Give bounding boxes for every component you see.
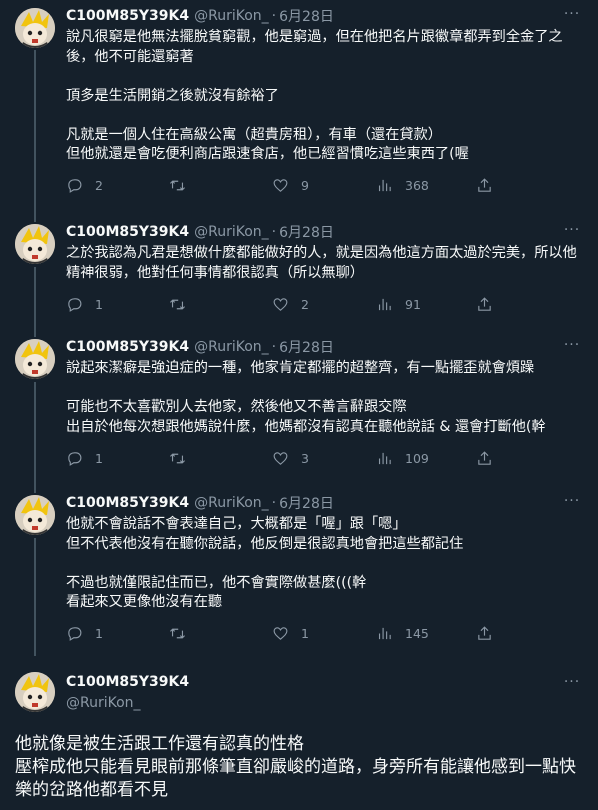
display-name[interactable]: C100M85Y39K4 [66, 495, 189, 511]
views-button[interactable]: 91 [376, 296, 476, 313]
like-count: 1 [301, 626, 309, 641]
views-button[interactable]: 145 [376, 625, 476, 642]
reply-icon [68, 297, 82, 312]
heart-icon [273, 297, 288, 311]
retweet-icon [170, 452, 185, 464]
more-icon[interactable]: ··· [562, 7, 582, 24]
like-count: 2 [301, 296, 309, 312]
share-icon [478, 296, 491, 311]
retweet-button[interactable] [169, 177, 272, 194]
avatar[interactable] [15, 224, 55, 264]
more-icon[interactable]: ··· [562, 223, 582, 240]
reply-count: 1 [95, 296, 103, 312]
reply-icon [68, 627, 82, 641]
avatar[interactable] [15, 8, 55, 48]
views-count: 145 [405, 626, 429, 641]
user-handle[interactable]: @RuriKon_ [194, 224, 269, 240]
reply-button[interactable]: 1 [66, 450, 169, 467]
tweet-text: 說凡很窮是他無法擺脫貧窮觀，他是窮過，但在他把名片跟徽章都弄到全金了之後，他不可… [66, 29, 563, 162]
tweet[interactable]: C100M85Y39K4 @RuriKon_ · 6月28日 ··· 他就不會說… [0, 493, 598, 644]
reply-count: 1 [95, 626, 103, 641]
views-button[interactable]: 368 [376, 177, 476, 194]
tweet-date[interactable]: 6月28日 [279, 222, 334, 242]
tweet-header: C100M85Y39K4 @RuriKon_ · 6月28日 [66, 337, 583, 357]
tweet-text: 他就不會說話不會表達自己，大概都是「喔」跟「嗯」 但不代表他沒有在聽你說話，他反… [66, 516, 464, 610]
views-count: 91 [405, 296, 421, 312]
retweet-icon [170, 298, 185, 310]
views-button[interactable]: 109 [376, 450, 476, 467]
retweet-button[interactable] [169, 296, 272, 313]
views-icon [378, 298, 391, 310]
heart-icon [273, 451, 288, 465]
retweet-button[interactable] [169, 450, 272, 467]
views-icon [378, 627, 391, 640]
user-handle[interactable]: @RuriKon_ [194, 495, 269, 511]
reply-count: 1 [95, 450, 103, 466]
display-name[interactable]: C100M85Y39K4 [66, 224, 189, 240]
display-name[interactable]: C100M85Y39K4 [66, 8, 189, 24]
tweet[interactable]: C100M85Y39K4 @RuriKon_ · 6月28日 ··· 說起來潔癖… [0, 337, 598, 468]
like-button[interactable]: 9 [272, 177, 376, 194]
views-count: 368 [405, 178, 429, 193]
share-icon [478, 178, 491, 192]
separator-dot: · [271, 339, 277, 355]
reply-button[interactable]: 1 [66, 296, 169, 313]
like-count: 9 [301, 178, 309, 193]
like-button[interactable]: 1 [272, 625, 376, 642]
views-icon [378, 179, 391, 192]
reply-count: 2 [95, 178, 103, 193]
retweet-icon [170, 628, 185, 639]
share-button[interactable] [476, 450, 493, 467]
reply-icon [68, 451, 82, 466]
reply-button[interactable]: 2 [66, 177, 169, 194]
share-button[interactable] [476, 177, 493, 194]
more-icon[interactable]: ··· [562, 494, 582, 511]
reply-icon [68, 179, 82, 193]
share-button[interactable] [476, 296, 493, 313]
like-button[interactable]: 2 [272, 296, 376, 313]
tweet-header: C100M85Y39K4 @RuriKon_ · 6月28日 [66, 493, 583, 513]
tweet-date[interactable]: 6月28日 [279, 337, 334, 357]
share-button[interactable] [476, 625, 493, 642]
separator-dot: · [271, 224, 277, 240]
user-handle[interactable]: @RuriKon_ [66, 695, 141, 711]
display-name[interactable]: C100M85Y39K4 [66, 674, 189, 690]
tweet-actions: 1 3 109 [66, 448, 583, 468]
heart-icon [273, 179, 288, 192]
tweet-actions: 1 2 91 [66, 294, 583, 314]
more-icon[interactable]: ··· [562, 338, 582, 355]
tweet[interactable]: C100M85Y39K4 @RuriKon_ · 6月28日 ··· 說凡很窮是… [0, 6, 598, 196]
like-button[interactable]: 3 [272, 450, 376, 467]
user-handle[interactable]: @RuriKon_ [194, 339, 269, 355]
avatar[interactable] [15, 672, 55, 712]
retweet-button[interactable] [169, 625, 272, 642]
tweet-header: C100M85Y39K4 @RuriKon_ · 6月28日 [66, 222, 583, 242]
tweet[interactable]: C100M85Y39K4 @RuriKon_ · 6月28日 ··· 之於我認為… [0, 222, 598, 314]
heart-icon [273, 627, 288, 640]
tweet-text: 之於我認為凡君是想做什麼都能做好的人，就是因為他這方面太過於完美，所以他精神很弱… [66, 245, 577, 281]
reply-button[interactable]: 1 [66, 625, 169, 642]
separator-dot: · [271, 8, 277, 24]
tweet-header: C100M85Y39K4 @RuriKon_ · 6月28日 [66, 6, 583, 26]
avatar[interactable] [15, 339, 55, 379]
display-name[interactable]: C100M85Y39K4 [66, 339, 189, 355]
share-icon [478, 450, 491, 465]
share-icon [478, 626, 491, 640]
views-count: 109 [405, 450, 429, 466]
views-icon [378, 452, 391, 464]
user-handle[interactable]: @RuriKon_ [194, 8, 269, 24]
tweet-text: 說起來潔癖是強迫症的一種，他家肯定都擺的超整齊，有一點擺歪就會煩躁 可能也不太喜… [66, 360, 546, 435]
avatar[interactable] [15, 495, 55, 535]
tweet-text: 他就像是被生活跟工作還有認真的性格 壓榨成他只能看見眼前那條筆直卻嚴峻的道路，身… [15, 734, 576, 800]
like-count: 3 [301, 450, 309, 466]
retweet-icon [170, 180, 185, 191]
tweet-actions: 2 9 368 [66, 176, 583, 196]
tweet-date[interactable]: 6月28日 [279, 493, 334, 513]
tweet-date[interactable]: 6月28日 [279, 6, 334, 26]
more-icon[interactable]: ··· [562, 675, 582, 692]
separator-dot: · [271, 495, 277, 511]
tweet-actions: 1 1 145 [66, 624, 583, 644]
